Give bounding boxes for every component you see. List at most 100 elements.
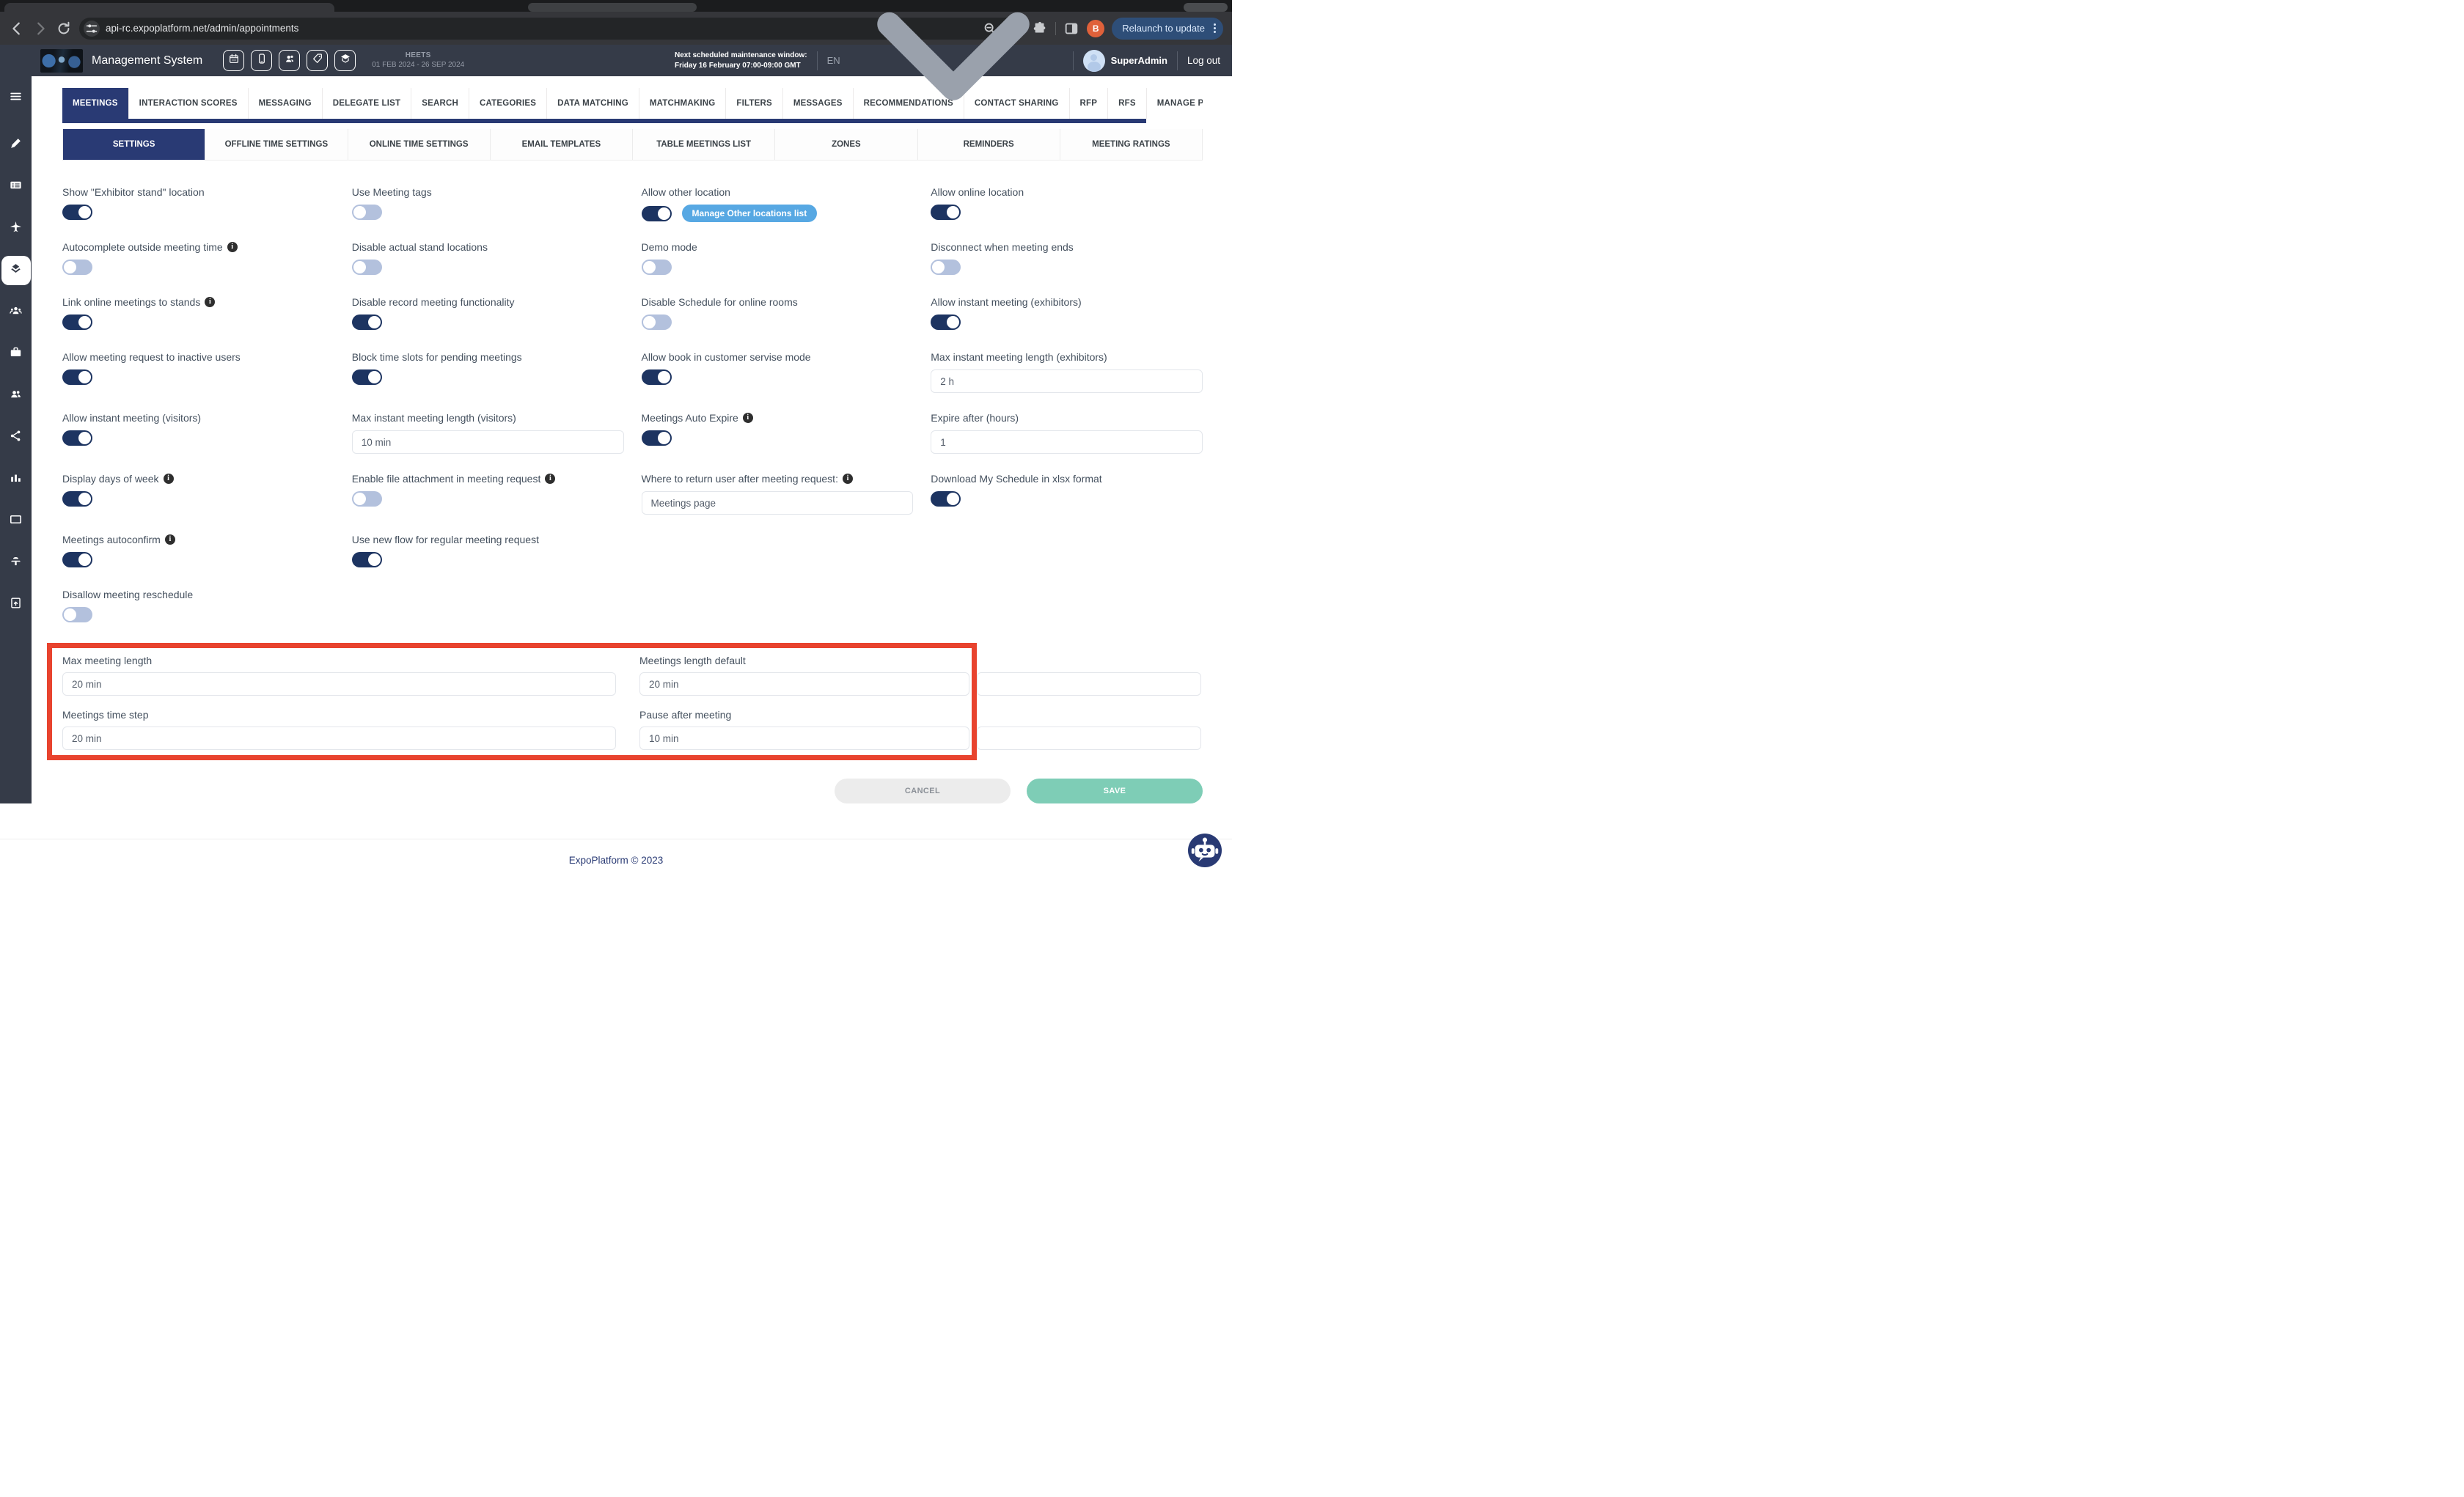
autocomplete-outside-meeting-time-toggle[interactable] xyxy=(62,260,92,275)
user-menu[interactable]: SuperAdmin xyxy=(1083,50,1167,72)
allow-online-location-toggle[interactable] xyxy=(931,205,961,220)
info-icon[interactable]: i xyxy=(205,297,215,307)
meetings-auto-expire-toggle[interactable] xyxy=(642,430,672,446)
tab-delegate-list[interactable]: DELEGATE LIST xyxy=(323,88,411,119)
expire-after-hours-input[interactable] xyxy=(931,430,1203,454)
app-logo[interactable] xyxy=(40,49,83,73)
use-meeting-tags-toggle[interactable] xyxy=(352,205,382,220)
disallow-meeting-reschedule-toggle[interactable] xyxy=(62,607,92,622)
disable-schedule-for-online-rooms-toggle[interactable] xyxy=(642,315,672,330)
subtab-online-time-settings[interactable]: ONLINE TIME SETTINGS xyxy=(348,129,491,160)
setting-label-text: Where to return user after meeting reque… xyxy=(642,473,838,485)
forward-icon[interactable] xyxy=(32,21,48,37)
tab-data-matching[interactable]: DATA MATCHING xyxy=(547,88,639,119)
education-button[interactable] xyxy=(334,50,356,71)
back-icon[interactable] xyxy=(9,21,25,37)
sidebar-item-menu[interactable] xyxy=(1,84,31,113)
demo-mode-toggle[interactable] xyxy=(642,260,672,275)
setting-meetings-auto-expire: Meetings Auto Expirei xyxy=(642,411,914,454)
tab-messaging[interactable]: MESSAGING xyxy=(249,88,323,119)
calendar-button[interactable] xyxy=(223,50,244,71)
sidebar-item-bar-chart[interactable] xyxy=(1,465,31,494)
menu-icon xyxy=(9,89,23,107)
tab-search[interactable]: SEARCH xyxy=(411,88,469,119)
sidebar-item-id-card[interactable] xyxy=(1,172,31,202)
download-my-schedule-in-xlsx-format-toggle[interactable] xyxy=(931,491,961,507)
toggle-knob xyxy=(353,261,366,273)
where-to-return-user-after-meeting-request-select[interactable] xyxy=(642,491,914,515)
toggle-knob xyxy=(658,207,670,220)
use-new-flow-for-regular-meeting-request-toggle[interactable] xyxy=(352,552,382,567)
meetings-autoconfirm-toggle[interactable] xyxy=(62,552,92,567)
tab-interaction-scores[interactable]: INTERACTION SCORES xyxy=(129,88,249,119)
sidebar-item-handshake[interactable] xyxy=(1,256,31,285)
allow-other-location-toggle[interactable] xyxy=(642,206,672,221)
disable-record-meeting-functionality-toggle[interactable] xyxy=(352,315,382,330)
manage-other-locations-list-button[interactable]: Manage Other locations list xyxy=(682,205,818,222)
info-icon[interactable]: i xyxy=(545,474,555,484)
people-group-icon xyxy=(9,304,23,321)
sidebar-item-users[interactable] xyxy=(1,381,31,411)
toggle-knob xyxy=(947,316,959,328)
subtab-email-templates[interactable]: EMAIL TEMPLATES xyxy=(491,129,633,160)
max-meeting-length-input[interactable] xyxy=(62,672,616,696)
allow-book-in-customer-servise-mode-toggle[interactable] xyxy=(642,369,672,385)
meetings-time-step-input[interactable] xyxy=(62,727,616,750)
allow-instant-meeting-exhibitors-toggle[interactable] xyxy=(931,315,961,330)
empty-input[interactable] xyxy=(977,727,1201,750)
subtab-offline-time-settings[interactable]: OFFLINE TIME SETTINGS xyxy=(205,129,348,160)
info-icon[interactable]: i xyxy=(165,534,175,545)
max-instant-meeting-length-exhibitors-input[interactable] xyxy=(931,369,1203,393)
people-button[interactable] xyxy=(279,50,300,71)
chatbot-button[interactable] xyxy=(1188,834,1222,867)
info-icon[interactable]: i xyxy=(743,413,753,423)
block-time-slots-for-pending-meetings-toggle[interactable] xyxy=(352,369,382,385)
max-instant-meeting-length-visitors-input[interactable] xyxy=(352,430,624,454)
cancel-button[interactable]: CANCEL xyxy=(835,779,1011,803)
setting-label-text: Display days of week xyxy=(62,473,159,485)
sidebar-item-tablet[interactable] xyxy=(1,507,31,536)
main-content: MEETINGSINTERACTION SCORESMESSAGINGDELEG… xyxy=(32,76,1232,803)
sidebar-item-podium[interactable] xyxy=(1,548,31,578)
logout-button[interactable]: Log out xyxy=(1187,55,1220,66)
setting-display-days-of-week: Display days of week i xyxy=(62,472,334,515)
phone-button[interactable] xyxy=(251,50,272,71)
sidebar-item-share[interactable] xyxy=(1,423,31,452)
sidebar-item-file-upload[interactable] xyxy=(1,590,31,619)
display-days-of-week-toggle[interactable] xyxy=(62,491,92,507)
meetings-length-default-input[interactable] xyxy=(639,672,969,696)
language-selector[interactable]: EN xyxy=(827,0,1063,171)
enable-file-attachment-in-meeting-request-toggle[interactable] xyxy=(352,491,382,507)
info-icon[interactable]: i xyxy=(843,474,853,484)
show-exhibitor-stand-location-toggle[interactable] xyxy=(62,205,92,220)
toggle-knob xyxy=(658,432,670,444)
pause-after-meeting-input[interactable] xyxy=(639,727,969,750)
toggle-knob xyxy=(643,261,656,273)
browser-tab-secondary[interactable] xyxy=(528,3,697,12)
allow-instant-meeting-visitors-toggle[interactable] xyxy=(62,430,92,446)
toggle-knob xyxy=(947,206,959,218)
link-online-meetings-to-stands-toggle[interactable] xyxy=(62,315,92,330)
education-icon xyxy=(340,53,351,68)
tab-meetings[interactable]: MEETINGS xyxy=(62,88,129,119)
empty-input[interactable] xyxy=(977,672,1201,696)
site-info-icon[interactable] xyxy=(84,21,100,37)
sidebar-item-briefcase[interactable] xyxy=(1,339,31,369)
sidebar-item-people-group[interactable] xyxy=(1,298,31,327)
subtab-settings[interactable]: SETTINGS xyxy=(62,129,205,160)
info-icon[interactable]: i xyxy=(227,242,238,252)
disable-actual-stand-locations-toggle[interactable] xyxy=(352,260,382,275)
browser-tab[interactable] xyxy=(4,3,334,12)
id-card-icon xyxy=(9,178,23,196)
tag-button[interactable] xyxy=(307,50,328,71)
disconnect-when-meeting-ends-toggle[interactable] xyxy=(931,260,961,275)
settings-grid: Show "Exhibitor stand" locationUse Meeti… xyxy=(62,185,1203,643)
reload-icon[interactable] xyxy=(56,21,72,37)
sidebar-item-pen[interactable] xyxy=(1,130,31,160)
setting-label-text: Disconnect when meeting ends xyxy=(931,241,1074,253)
tab-categories[interactable]: CATEGORIES xyxy=(469,88,547,119)
allow-meeting-request-to-inactive-users-toggle[interactable] xyxy=(62,369,92,385)
save-button[interactable]: SAVE xyxy=(1027,779,1203,803)
info-icon[interactable]: i xyxy=(164,474,174,484)
sidebar-item-airplane[interactable] xyxy=(1,214,31,243)
